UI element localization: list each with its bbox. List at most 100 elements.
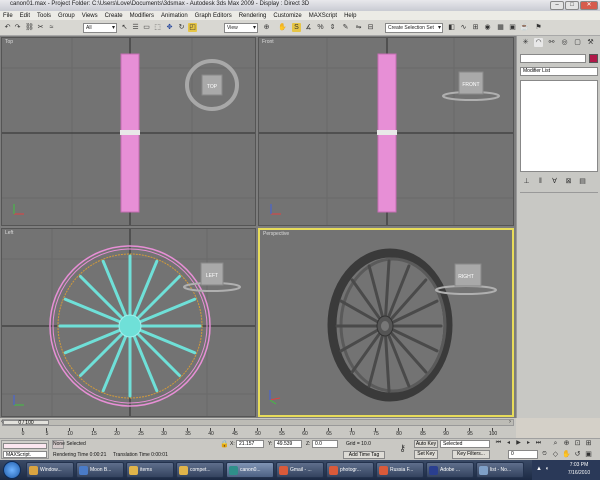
pivot-icon[interactable]: ⊕: [262, 23, 271, 32]
zoom-all-icon[interactable]: ⊕: [562, 439, 571, 448]
key-selection-select[interactable]: Selected: [440, 440, 490, 448]
bind-spacewarp-icon[interactable]: ≈: [47, 23, 56, 32]
start-button[interactable]: [3, 461, 21, 479]
network-icon[interactable]: ▲: [536, 466, 542, 472]
maximize-viewport-icon[interactable]: ▣: [584, 450, 593, 459]
maximize-button[interactable]: □: [565, 1, 579, 10]
orbit-icon[interactable]: ↺: [573, 450, 582, 459]
zoom-extents-icon[interactable]: ⊡: [573, 439, 582, 448]
taskbar-item[interactable]: compet...: [176, 462, 224, 478]
object-color-swatch[interactable]: [589, 54, 598, 63]
taskbar-item[interactable]: Russia F...: [376, 462, 424, 478]
remove-modifier-icon[interactable]: ⊠: [564, 177, 573, 186]
reference-coordinate-select[interactable]: View: [224, 23, 258, 33]
menu-views[interactable]: Views: [82, 13, 98, 19]
key-icon[interactable]: ⚷: [398, 444, 407, 453]
configure-sets-icon[interactable]: ▤: [578, 177, 587, 186]
volume-icon[interactable]: ◖: [545, 466, 549, 472]
go-to-end-icon[interactable]: ⏭: [534, 439, 543, 448]
go-to-start-icon[interactable]: ⏮: [494, 439, 503, 448]
viewport-front[interactable]: Front FRONT: [258, 37, 514, 226]
play-icon[interactable]: ▶: [514, 439, 523, 448]
close-button[interactable]: ✕: [580, 1, 598, 10]
curve-editor-icon[interactable]: ∿: [459, 23, 468, 32]
menu-edit[interactable]: Edit: [20, 13, 30, 19]
select-by-name-icon[interactable]: ☰: [131, 23, 140, 32]
show-end-result-icon[interactable]: ‖: [536, 177, 545, 186]
rendered-frame-icon[interactable]: ▣: [508, 23, 517, 32]
maxscript-output[interactable]: MAXScript.: [3, 451, 47, 458]
object-name-field[interactable]: [520, 54, 586, 63]
menu-modifiers[interactable]: Modifiers: [130, 13, 154, 19]
motion-tab-icon[interactable]: ◎: [560, 38, 569, 47]
percent-snap-icon[interactable]: %: [316, 23, 325, 32]
time-config-icon[interactable]: ⏲: [540, 450, 549, 459]
rotate-icon[interactable]: ↻: [177, 23, 186, 32]
window-crossing-icon[interactable]: ⬚: [153, 23, 162, 32]
minimize-button[interactable]: –: [550, 1, 564, 10]
maxscript-input[interactable]: [3, 443, 47, 449]
spinner-snap-icon[interactable]: ⇕: [328, 23, 337, 32]
create-tab-icon[interactable]: ✳: [521, 38, 530, 47]
key-filters-button[interactable]: Key Filters...: [452, 450, 490, 459]
menu-tools[interactable]: Tools: [37, 13, 51, 19]
select-object-icon[interactable]: ↖: [120, 23, 129, 32]
menu-group[interactable]: Group: [58, 13, 75, 19]
mirror-icon[interactable]: ⇋: [354, 23, 363, 32]
add-time-tag-button[interactable]: Add Time Tag: [343, 451, 385, 459]
auto-key-button[interactable]: Auto Key: [414, 440, 438, 448]
named-selection-icon[interactable]: ✎: [341, 23, 350, 32]
modifier-list-select[interactable]: Modifier List: [520, 67, 598, 76]
menu-maxscript[interactable]: MAXScript: [309, 13, 337, 19]
taskbar-item[interactable]: Adobe ...: [426, 462, 474, 478]
y-coordinate-field[interactable]: 49.539: [274, 440, 302, 448]
viewport-perspective[interactable]: Perspective RIGHT: [258, 228, 514, 417]
taskbar-item[interactable]: list - No...: [476, 462, 524, 478]
time-slider-track[interactable]: 0 / 100 ‹ ›: [1, 419, 514, 426]
set-key-button[interactable]: Set Key: [414, 450, 438, 459]
snap-toggle-icon[interactable]: S: [292, 23, 301, 32]
time-slider-thumb[interactable]: 0 / 100: [3, 420, 49, 426]
material-editor-icon[interactable]: ◉: [483, 23, 492, 32]
previous-frame-icon[interactable]: ◂: [504, 439, 513, 448]
zoom-icon[interactable]: ⌕: [551, 439, 560, 448]
schematic-view-icon[interactable]: ⊞: [471, 23, 480, 32]
viewport-top[interactable]: Top TOP: [1, 37, 256, 226]
zoom-extents-all-icon[interactable]: ⊞: [584, 439, 593, 448]
x-coordinate-field[interactable]: 21.157: [236, 440, 264, 448]
taskbar-item[interactable]: Gmail - ...: [276, 462, 324, 478]
scale-icon[interactable]: ◰: [188, 23, 197, 32]
menu-create[interactable]: Create: [105, 13, 123, 19]
render-production-icon[interactable]: ⚑: [534, 23, 543, 32]
maxscript-mini-listener[interactable]: MAXScript.: [1, 440, 49, 459]
current-frame-field[interactable]: 0: [508, 450, 538, 459]
select-manipulate-icon[interactable]: ✋: [278, 23, 287, 32]
lock-selection-icon[interactable]: 🔒: [220, 440, 229, 449]
timeline-next-icon[interactable]: ›: [509, 419, 511, 425]
make-unique-icon[interactable]: ∀: [550, 177, 559, 186]
timeline-prev-icon[interactable]: ‹: [1, 419, 3, 425]
taskbar-item[interactable]: photogr...: [326, 462, 374, 478]
taskbar-item[interactable]: Window...: [26, 462, 74, 478]
z-coordinate-field[interactable]: 0.0: [312, 440, 338, 448]
menu-animation[interactable]: Animation: [161, 13, 188, 19]
render-setup-icon[interactable]: ▦: [496, 23, 505, 32]
angle-snap-icon[interactable]: ∡: [304, 23, 313, 32]
move-icon[interactable]: ✥: [165, 23, 174, 32]
quick-render-icon[interactable]: ☕: [520, 23, 529, 32]
pin-stack-icon[interactable]: ⊥: [522, 177, 531, 186]
pan-icon[interactable]: ✋: [562, 450, 571, 459]
display-tab-icon[interactable]: ▢: [573, 38, 582, 47]
taskbar-item[interactable]: Moon B...: [76, 462, 124, 478]
menu-file[interactable]: File: [3, 13, 13, 19]
region-select-icon[interactable]: ▭: [142, 23, 151, 32]
named-selection-set-select[interactable]: Create Selection Set: [385, 23, 443, 33]
viewport-left[interactable]: Left LEFT: [1, 228, 256, 417]
field-of-view-icon[interactable]: ◇: [551, 450, 560, 459]
menu-customize[interactable]: Customize: [273, 13, 301, 19]
redo-icon[interactable]: ↷: [13, 23, 22, 32]
undo-icon[interactable]: ↶: [3, 23, 12, 32]
modify-tab-icon[interactable]: ◠: [534, 38, 543, 47]
layer-manager-icon[interactable]: ◧: [447, 23, 456, 32]
taskbar-item[interactable]: items: [126, 462, 174, 478]
